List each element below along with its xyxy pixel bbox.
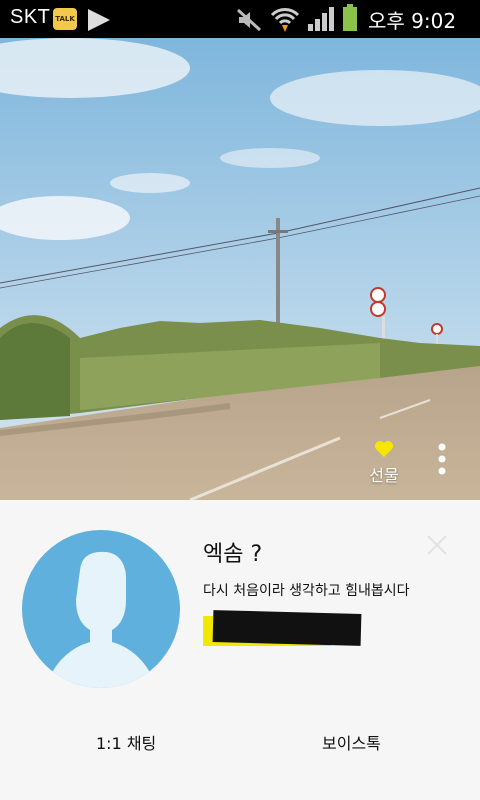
status-bar: SKT TALK 오후 9:02 [0, 0, 480, 38]
close-icon[interactable] [426, 534, 448, 556]
carrier-label: SKT [10, 6, 51, 28]
profile-name: 엑솜 ? [203, 542, 263, 567]
mute-icon [236, 8, 262, 32]
cover-photo[interactable] [0, 38, 480, 500]
clock: 오후 9:02 [368, 9, 457, 33]
redaction-bar [212, 610, 362, 646]
play-icon [88, 9, 110, 31]
gift-button[interactable]: 선물 [364, 440, 404, 486]
avatar[interactable] [22, 530, 180, 688]
wifi-icon [270, 8, 300, 32]
cover-image [0, 38, 480, 500]
status-message: 다시 처음이라 생각하고 힘내봅시다 [203, 583, 410, 599]
signal-icon [308, 7, 334, 31]
gift-label: 선물 [369, 466, 399, 485]
kakaotalk-icon: TALK [53, 8, 77, 30]
chat-button[interactable]: 1:1 채팅 [96, 730, 156, 754]
more-vertical-icon[interactable] [434, 442, 450, 476]
redacted-text [203, 608, 363, 654]
default-person-icon [48, 551, 154, 688]
battery-icon [343, 4, 357, 31]
profile-panel: 엑솜 ? 다시 처음이라 생각하고 힘내봅시다 1:1 채팅 보이스톡 [0, 500, 480, 800]
heart-icon [375, 441, 393, 457]
voice-talk-button[interactable]: 보이스톡 [322, 730, 381, 754]
